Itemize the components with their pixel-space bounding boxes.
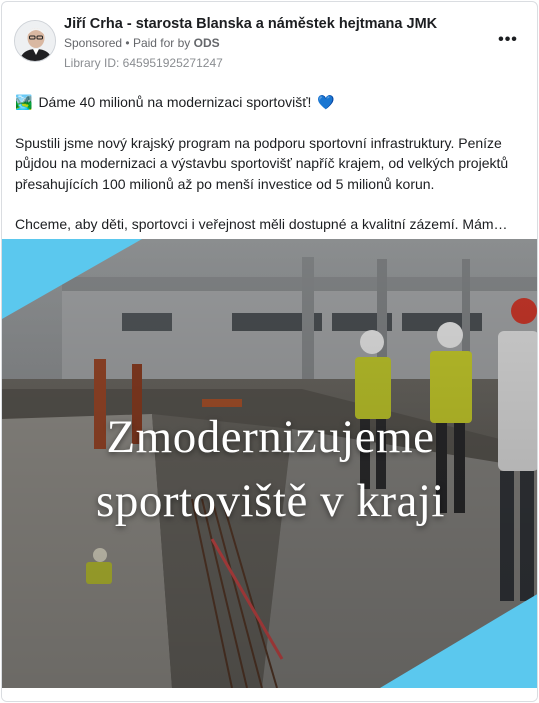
library-id: Library ID: 645951925271247 (64, 56, 223, 70)
sponsored-label: Sponsored (64, 36, 123, 50)
headline-text: Dáme 40 milionů na modernizaci sportoviš… (38, 94, 312, 110)
sponsored-line: Sponsored • Paid for by ODS (64, 36, 220, 50)
advertiser-name[interactable]: Jiří Crha - starosta Blanska a náměstek … (64, 16, 437, 32)
creative-title-line-1: Zmodernizujeme (106, 411, 435, 463)
creative-title: Zmodernizujeme sportoviště v kraji (2, 405, 537, 533)
separator-dot: • (125, 36, 130, 50)
creative-title-line-2: sportoviště v kraji (96, 475, 445, 527)
avatar[interactable] (14, 20, 56, 62)
blue-heart-icon: 💙 (317, 94, 335, 110)
more-options-button[interactable]: ••• (493, 28, 523, 52)
paid-for-by: ODS (193, 36, 220, 50)
park-emoji-icon: 🏞️ (15, 94, 33, 110)
body-paragraph-2: Chceme, aby děti, sportovci i veřejnost … (15, 216, 508, 232)
body-paragraph-1: Spustili jsme nový krajský program na po… (15, 134, 509, 192)
ad-body-text: 🏞️ Dáme 40 milionů na modernizaci sporto… (15, 92, 525, 235)
avatar-portrait (15, 21, 55, 61)
ad-card: Jiří Crha - starosta Blanska a náměstek … (1, 1, 538, 702)
ad-creative-image[interactable]: Zmodernizujeme sportoviště v kraji (2, 239, 537, 688)
card-footer-divider (2, 688, 537, 701)
headline: 🏞️ Dáme 40 milionů na modernizaci sporto… (15, 92, 525, 113)
paid-for-prefix: Paid for by (132, 36, 191, 50)
ad-header: Jiří Crha - starosta Blanska a náměstek … (2, 2, 537, 78)
